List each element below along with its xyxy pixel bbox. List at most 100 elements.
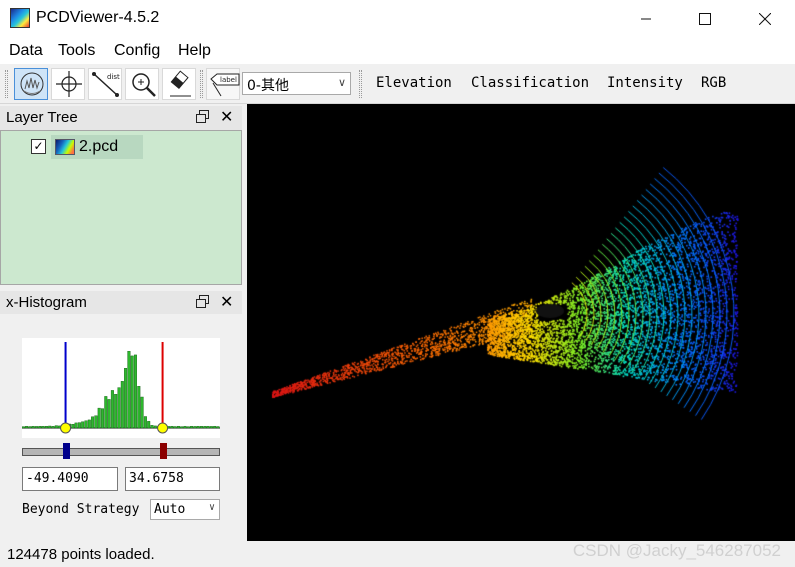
histogram-bar (213, 425, 217, 429)
close-button[interactable] (742, 0, 788, 38)
range-max-input[interactable]: 34.6758 (125, 467, 220, 491)
histogram-bar (81, 421, 85, 429)
histogram-bar (180, 426, 184, 429)
beyond-strategy-value: Auto (154, 502, 186, 517)
app-window: PCDViewer-4.5.2 Data Tools Config Help d… (0, 0, 795, 567)
histogram-bar (203, 426, 207, 429)
status-bar: 124478 points loaded. CSDN @Jacky_546287… (0, 541, 795, 567)
range-min-handle[interactable] (62, 443, 70, 459)
histogram-bar (28, 426, 32, 429)
toolbar-grip-2[interactable] (200, 70, 203, 98)
histogram-bar (21, 426, 25, 429)
range-min-input[interactable]: -49.4090 (22, 467, 118, 491)
histogram-bar (173, 426, 177, 429)
histogram-bar (143, 416, 147, 429)
histogram-bar (91, 416, 95, 429)
max-marker-dot (157, 422, 169, 434)
color-mode-elevation[interactable]: Elevation (376, 75, 452, 91)
histogram-bar (34, 426, 38, 429)
distance-icon: dist (92, 72, 120, 97)
status-message: 124478 points loaded. (7, 546, 155, 563)
zoom-button[interactable] (125, 68, 159, 100)
range-slider-track[interactable] (22, 448, 220, 456)
histogram-bar (44, 425, 48, 429)
close-icon[interactable]: ✕ (220, 107, 233, 127)
eraser-button[interactable] (162, 68, 196, 100)
histogram-bar (71, 423, 75, 429)
color-mode-classification[interactable]: Classification (471, 75, 589, 91)
histogram-bar (140, 396, 144, 429)
menu-tools[interactable]: Tools (58, 42, 95, 60)
min-marker-dot (60, 422, 72, 434)
histogram-bar (104, 396, 108, 429)
layer-checkbox[interactable]: ✓ (31, 139, 46, 154)
toolbar-grip[interactable] (5, 70, 8, 98)
class-select-value: 0-其他 (247, 78, 289, 94)
color-mode-intensity[interactable]: Intensity (607, 75, 683, 91)
menu-help[interactable]: Help (178, 42, 211, 60)
float-icon[interactable] (196, 110, 209, 123)
svg-text:label: label (220, 76, 237, 84)
chevron-down-icon: ∨ (208, 502, 215, 513)
histogram-plot[interactable] (21, 338, 220, 438)
histogram-bar (190, 425, 194, 429)
class-select[interactable]: 0-其他 ∨ (242, 72, 351, 95)
toolbar-grip-3[interactable] (359, 70, 362, 98)
float-icon[interactable] (196, 295, 209, 308)
eraser-icon (170, 70, 191, 97)
histogram-bar (48, 425, 52, 429)
histogram-bar (117, 387, 121, 429)
pick-tool-icon (20, 72, 44, 96)
watermark: CSDN @Jacky_546287052 (572, 541, 781, 560)
distance-button[interactable]: dist (88, 68, 122, 100)
crosshair-icon (56, 71, 82, 97)
pick-tool-button[interactable] (14, 68, 48, 100)
minimize-button[interactable] (623, 0, 669, 38)
histogram-bar (150, 425, 154, 429)
histogram-bar (153, 425, 157, 429)
layer-tree-header[interactable]: Layer Tree ✕ (0, 106, 242, 130)
range-max-handle[interactable] (159, 443, 167, 459)
app-icon (10, 8, 30, 28)
maximize-icon (699, 13, 711, 25)
histogram-bar (147, 421, 151, 429)
menu-config[interactable]: Config (114, 42, 160, 60)
histogram-bar (41, 425, 45, 429)
point-cloud-viewer[interactable] (247, 104, 795, 541)
histogram-bar (127, 350, 131, 429)
histogram-bar (130, 355, 134, 429)
histogram-bar (25, 425, 29, 429)
menu-bar: Data Tools Config Help (0, 38, 795, 64)
maximize-button[interactable] (682, 0, 728, 38)
title-bar: PCDViewer-4.5.2 (0, 0, 795, 38)
histogram-bar (51, 425, 55, 429)
histogram-bar (107, 399, 111, 429)
histogram-bar (206, 425, 210, 429)
beyond-strategy-select[interactable]: Auto ∨ (150, 499, 220, 520)
close-icon (759, 13, 771, 25)
point-cloud-canvas[interactable] (247, 104, 795, 541)
histogram-bar (84, 420, 88, 429)
menu-data[interactable]: Data (9, 42, 43, 60)
label-button[interactable]: label (206, 68, 240, 100)
color-mode-rgb[interactable]: RGB (701, 75, 726, 91)
histogram-svg (21, 342, 220, 434)
histogram-header[interactable]: x-Histogram ✕ (0, 291, 242, 315)
histogram-bar (100, 408, 104, 429)
histogram-bar (209, 426, 213, 429)
beyond-strategy-label: Beyond Strategy (22, 502, 140, 517)
histogram-panel: -49.4090 34.6758 Beyond Strategy Auto ∨ (0, 314, 242, 540)
histogram-bar (54, 425, 58, 429)
histogram-bar (77, 422, 81, 429)
histogram-title: x-Histogram (6, 294, 87, 311)
layer-tree-panel: ✓ 2.pcd (0, 130, 242, 285)
close-icon[interactable]: ✕ (220, 292, 233, 312)
crosshair-button[interactable] (51, 68, 85, 100)
histogram-bar (114, 394, 118, 429)
histogram-bar (94, 415, 98, 429)
histogram-bar (87, 419, 91, 429)
svg-text:dist: dist (107, 73, 120, 81)
histogram-bar (97, 407, 101, 429)
chevron-down-icon: ∨ (337, 77, 346, 89)
histogram-bar (199, 426, 203, 429)
